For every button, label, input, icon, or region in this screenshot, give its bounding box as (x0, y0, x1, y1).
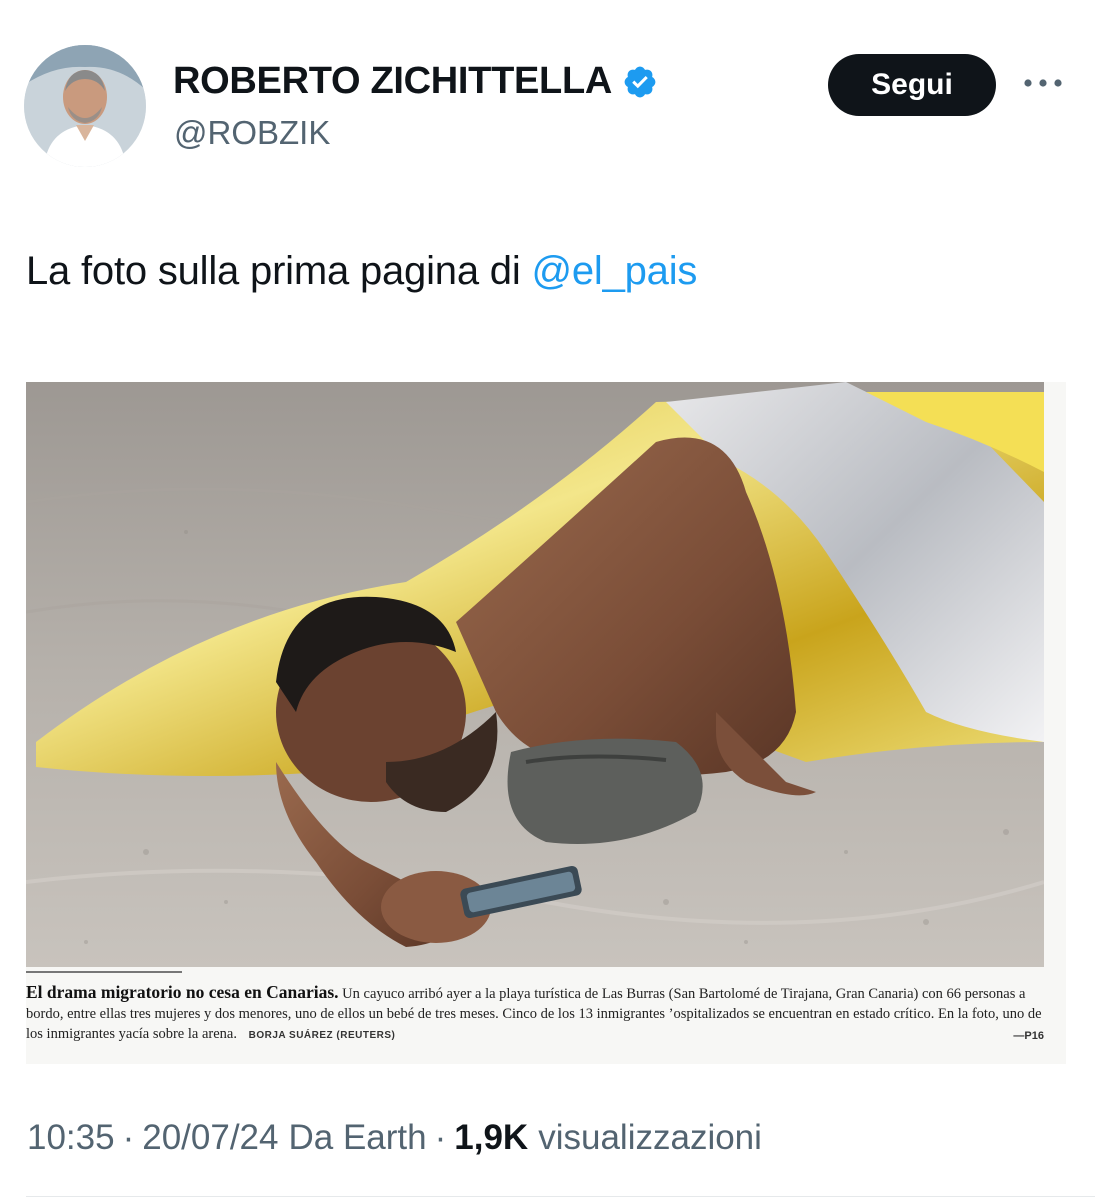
author-name-row[interactable]: ROBERTO ZICHITTELLA (173, 60, 658, 103)
divider (26, 1196, 1095, 1197)
tweet-meta: 10:35 · 20/07/24 Da Earth · 1,9K visuali… (27, 1118, 762, 1158)
follow-button[interactable]: Segui (828, 54, 996, 116)
views-count[interactable]: 1,9K (454, 1118, 528, 1158)
caption-page-ref: —P16 (1013, 1030, 1044, 1042)
tweet-media[interactable]: El drama migratorio no cesa en Canarias.… (26, 382, 1066, 1064)
caption-credit: BORJA SUÁREZ (REUTERS) (248, 1030, 396, 1041)
avatar-image (24, 45, 146, 167)
more-options-button[interactable] (1018, 66, 1068, 100)
caption-rule (26, 971, 182, 973)
more-horizontal-icon (1024, 79, 1062, 87)
tweet-text: La foto sulla prima pagina di @el_pais (26, 249, 697, 294)
mention-link[interactable]: @el_pais (531, 249, 697, 293)
photo-caption: El drama migratorio no cesa en Canarias.… (26, 982, 1044, 1046)
author-avatar[interactable] (24, 45, 146, 167)
tweet-source: Da Earth (288, 1118, 427, 1157)
newspaper-photo (26, 382, 1044, 967)
tweet-time[interactable]: 10:35 (27, 1118, 115, 1158)
meta-separator: · (122, 1118, 135, 1157)
verified-badge-icon[interactable] (622, 64, 658, 100)
caption-headline: El drama migratorio no cesa en Canarias. (26, 982, 339, 1002)
views-label[interactable]: visualizzazioni (538, 1118, 762, 1158)
author-handle[interactable]: @ROBZIK (174, 114, 330, 152)
meta-separator: · (434, 1118, 447, 1157)
tweet-text-body: La foto sulla prima pagina di (26, 249, 532, 293)
tweet-date[interactable]: 20/07/24 (142, 1118, 278, 1158)
author-display-name[interactable]: ROBERTO ZICHITTELLA (173, 60, 612, 103)
